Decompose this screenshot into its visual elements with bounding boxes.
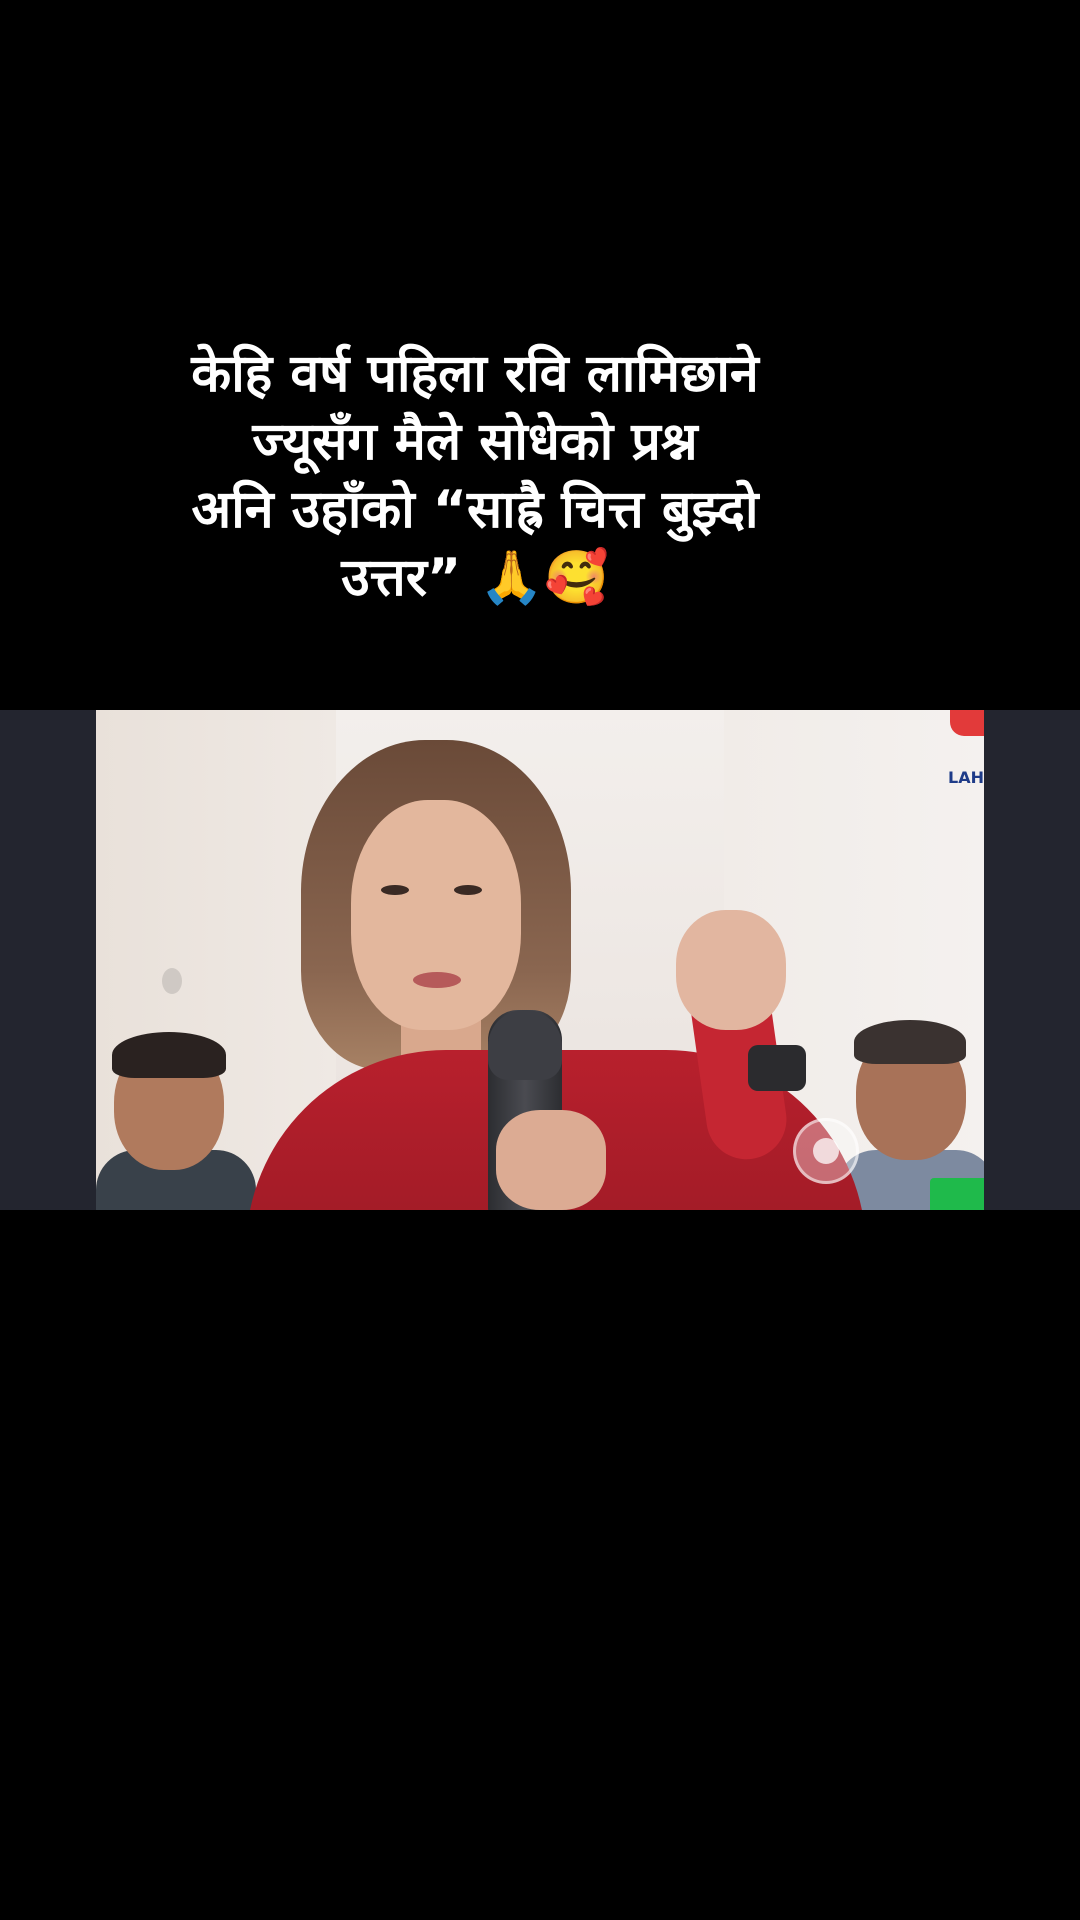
background-person-left-hair [112,1032,226,1078]
caption-line-1: केहि वर्ष पहिला रवि लामिछाने [191,344,759,404]
channel-watermark-text: LAH [948,768,984,787]
speaker-hand-holding-mic [496,1110,606,1210]
video-player[interactable]: LAH [0,710,1080,1210]
caption-line-4: उत्तर” 🙏🥰 [341,548,609,608]
caption-line-2: ज्यूसँग मैले सोधेको प्रश्न [252,412,698,472]
caption-line-3: अनि उहाँको “साह्रै चित्त बुझ्दो [191,480,759,540]
speaker-eye-left [381,885,409,895]
speaker-eye-right [454,885,482,895]
speaker-face [351,800,521,1030]
wall-fixture [162,968,182,994]
channel-badge [930,1178,984,1210]
speaker-raised-hand [676,910,786,1030]
video-post-screen: केहि वर्ष पहिला रवि लामिछाने ज्यूसँग मैल… [0,0,1080,1920]
background-person-right-hair [854,1020,966,1064]
post-caption: केहि वर्ष पहिला रवि लामिछाने ज्यूसँग मैल… [100,340,850,612]
channel-logo-icon [950,710,984,736]
floating-control-icon[interactable] [793,1118,859,1184]
microphone-grille [488,1010,562,1080]
speaker-lips [413,972,461,988]
video-frame[interactable]: LAH [96,710,984,1210]
wristwatch [748,1045,806,1091]
